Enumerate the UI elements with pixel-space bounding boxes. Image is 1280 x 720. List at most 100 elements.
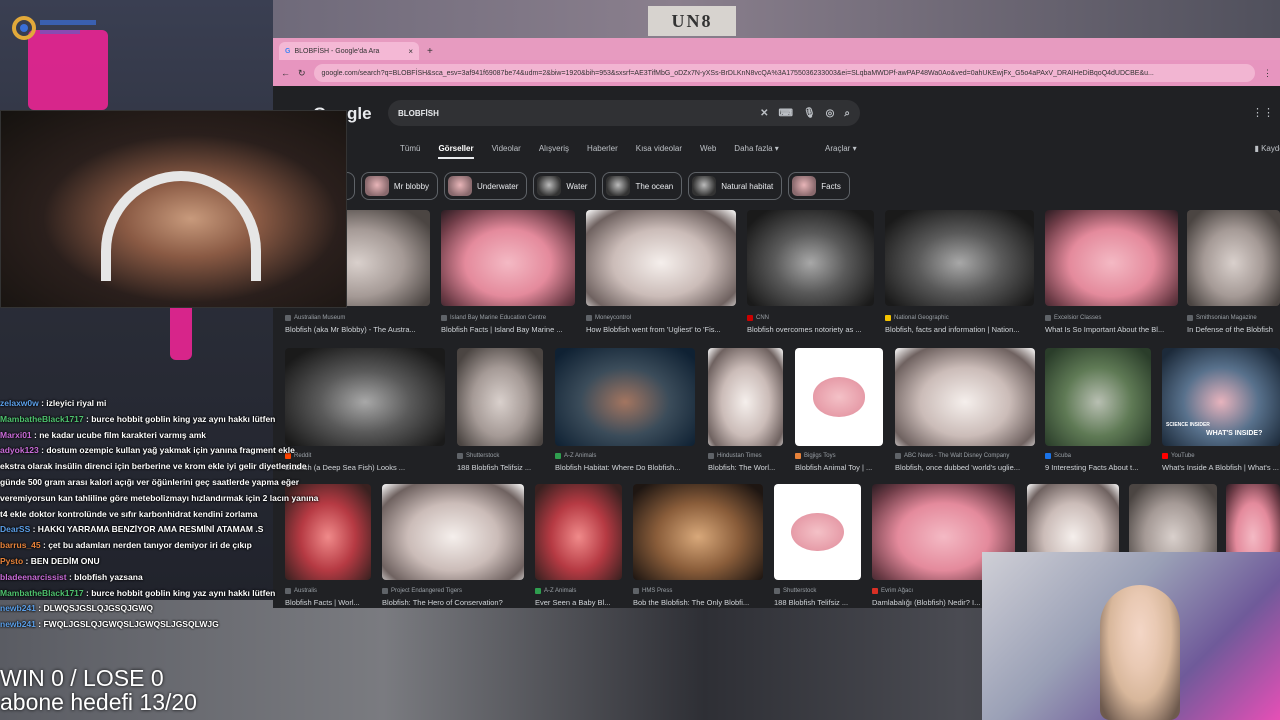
result-thumbnail[interactable] — [795, 348, 883, 446]
result-source: YouTube — [1162, 453, 1195, 459]
close-tab-icon[interactable]: × — [408, 47, 413, 56]
result-source: Island Bay Marine Education Centre — [441, 315, 546, 321]
chip-label: Facts — [821, 181, 841, 191]
tab-more[interactable]: Daha fazla ▾ — [734, 144, 778, 159]
tab-videos[interactable]: Videolar — [492, 144, 521, 159]
clear-icon[interactable]: ✕ — [760, 108, 768, 119]
result-thumbnail[interactable] — [457, 348, 543, 446]
back-icon[interactable]: ← — [281, 68, 290, 78]
camera-icon[interactable]: ◎ — [826, 108, 835, 119]
chat-username[interactable]: bladeenarcissist — [0, 572, 69, 582]
more-icon[interactable]: ⋮ — [1263, 68, 1272, 79]
result-title[interactable]: Blobfish Facts | Island Bay Marine ... — [441, 325, 575, 334]
result-title[interactable]: What's Inside A Blobfish | What's ... — [1162, 463, 1280, 472]
tab-news[interactable]: Haberler — [587, 144, 618, 159]
chip-facts[interactable]: Facts — [788, 172, 850, 200]
result-thumbnail[interactable] — [1045, 210, 1178, 306]
search-icon[interactable]: ⌕ — [844, 108, 850, 119]
result-title[interactable]: 9 Interesting Facts About t... — [1045, 463, 1151, 472]
result-thumbnail[interactable] — [895, 348, 1035, 446]
chip-label: Water — [566, 181, 588, 191]
result-title[interactable]: In Defense of the Blobfish — [1187, 325, 1280, 334]
google-header: Google BLOBFİSH ✕ ⌨ 🎙 ◎ ⌕ ⋮⋮ Tümü Görsel… — [273, 86, 1280, 206]
chip-the-ocean[interactable]: The ocean — [602, 172, 683, 200]
result-thumbnail[interactable] — [708, 348, 783, 446]
chip-water[interactable]: Water — [533, 172, 597, 200]
save-link[interactable]: ▮ Kaydet — [1254, 144, 1280, 153]
apps-grid-icon[interactable]: ⋮⋮ — [1252, 106, 1274, 119]
chip-natural-habitat[interactable]: Natural habitat — [688, 172, 783, 200]
result-thumbnail[interactable] — [1187, 210, 1280, 306]
result-title[interactable]: Blobfish Animal Toy | ... — [795, 463, 883, 472]
google-favicon-icon: G — [285, 47, 291, 55]
result-thumbnail[interactable]: SCIENCE INSIDER WHAT'S INSIDE? — [1162, 348, 1280, 446]
result-thumbnail[interactable] — [633, 484, 763, 580]
tab-short-videos[interactable]: Kısa videolar — [636, 144, 682, 159]
chat-text: : burce hobbit goblin king yaz aynı hakk… — [86, 587, 276, 598]
result-title[interactable]: Blobfish Facts | Worl... — [285, 598, 371, 607]
browser-tab[interactable]: G BLOBFİSH - Google'da Ara × — [279, 42, 419, 60]
result-thumbnail[interactable] — [774, 484, 861, 580]
chip-label: Underwater — [477, 181, 519, 191]
tab-all[interactable]: Tümü — [400, 144, 420, 159]
chat-text: günde 500 gram arası kalori açığı ver öğ… — [0, 476, 300, 487]
result-title[interactable]: 188 Blobfish Telifsiz ... — [457, 463, 543, 472]
result-thumbnail[interactable] — [555, 348, 695, 446]
result-title[interactable]: Blobfish, once dubbed 'world's uglie... — [895, 463, 1035, 472]
tab-images[interactable]: Görseller — [438, 144, 474, 159]
result-title[interactable]: Blobfish, facts and information | Nation… — [885, 325, 1034, 334]
result-title[interactable]: Ever Seen a Baby Bl... — [535, 598, 622, 607]
chat-username[interactable]: newb241 — [0, 619, 38, 629]
result-source: A-Z Animals — [535, 588, 576, 594]
chat-message: newb241 : DLWQSJGSLQJGSQJGWQ — [0, 601, 290, 617]
browser-window: G BLOBFİSH - Google'da Ara × + ← ↻ googl… — [273, 38, 1280, 608]
result-title[interactable]: How Blobfish went from 'Ugliest' to 'Fis… — [586, 325, 736, 334]
tab-shopping[interactable]: Alışveriş — [539, 144, 569, 159]
keyboard-icon[interactable]: ⌨ — [779, 108, 793, 119]
chip-thumbnail — [606, 176, 631, 196]
chat-text: : çet bu adamları nerden tanıyor demiyor… — [43, 540, 252, 551]
new-tab-icon[interactable]: + — [427, 46, 433, 57]
result-thumbnail[interactable] — [747, 210, 874, 306]
chip-mr-blobby[interactable]: Mr blobby — [360, 172, 439, 200]
chat-message: ekstra olarak insülin direnci için berbe… — [0, 459, 307, 475]
result-thumbnail[interactable] — [382, 484, 524, 580]
chat-username[interactable]: newb241 — [0, 603, 38, 613]
result-title[interactable]: Blobfish: The Hero of Conservation? — [382, 598, 524, 607]
url-field[interactable]: google.com/search?q=BLOBFİSH&sca_esv=3af… — [313, 64, 1255, 82]
chat-username[interactable]: MambatheBlack1717 — [0, 588, 86, 598]
reload-icon[interactable]: ↻ — [298, 68, 306, 79]
result-source: HMS Press — [633, 588, 672, 594]
search-input[interactable]: BLOBFİSH ✕ ⌨ 🎙 ◎ ⌕ — [388, 100, 860, 126]
chip-thumbnail — [692, 176, 717, 196]
result-title[interactable]: Damlabalığı (Blobfish) Nedir? I... — [872, 598, 982, 607]
result-title[interactable]: Blobfish (a Deep Sea Fish) Looks ... — [285, 463, 445, 472]
search-query: BLOBFİSH — [398, 108, 439, 118]
chat-username[interactable]: Pysto — [0, 556, 26, 566]
result-title[interactable]: Blobfish: The Worl... — [708, 463, 783, 472]
chat-username[interactable]: MambatheBlack1717 — [0, 414, 86, 424]
result-title[interactable]: Blobfish (aka Mr Blobby) - The Austra... — [285, 325, 430, 334]
chat-message: MambatheBlack1717 : burce hobbit goblin … — [0, 412, 290, 428]
tab-web[interactable]: Web — [700, 144, 716, 159]
chat-text: : dostum ozempic kullan yağ yakmak için … — [41, 445, 295, 456]
result-thumbnail[interactable] — [535, 484, 622, 580]
tools-button[interactable]: Araçlar ▾ — [825, 144, 857, 153]
chat-username[interactable]: zelaxw0w — [0, 398, 41, 408]
result-thumbnail[interactable] — [885, 210, 1034, 306]
result-title[interactable]: What Is So Important About the Bl... — [1045, 325, 1178, 334]
result-thumbnail[interactable] — [586, 210, 736, 306]
chip-underwater[interactable]: Underwater — [444, 172, 528, 200]
result-title[interactable]: Blobfish overcomes notoriety as ... — [747, 325, 874, 334]
chat-username[interactable]: DearSS — [0, 524, 33, 534]
result-title[interactable]: 188 Blobfish Telifsiz ... — [774, 598, 861, 607]
chat-username[interactable]: adyok123 — [0, 445, 41, 455]
microphone-icon[interactable]: 🎙 — [803, 108, 816, 119]
result-thumbnail[interactable] — [1045, 348, 1151, 446]
result-thumbnail[interactable] — [285, 348, 445, 446]
result-title[interactable]: Bob the Blobfish: The Only Blobfi... — [633, 598, 763, 607]
chat-username[interactable]: Marxi01 — [0, 430, 34, 440]
chat-username[interactable]: barrus_45 — [0, 540, 43, 550]
result-thumbnail[interactable] — [441, 210, 575, 306]
result-title[interactable]: Blobfish Habitat: Where Do Blobfish... — [555, 463, 695, 472]
